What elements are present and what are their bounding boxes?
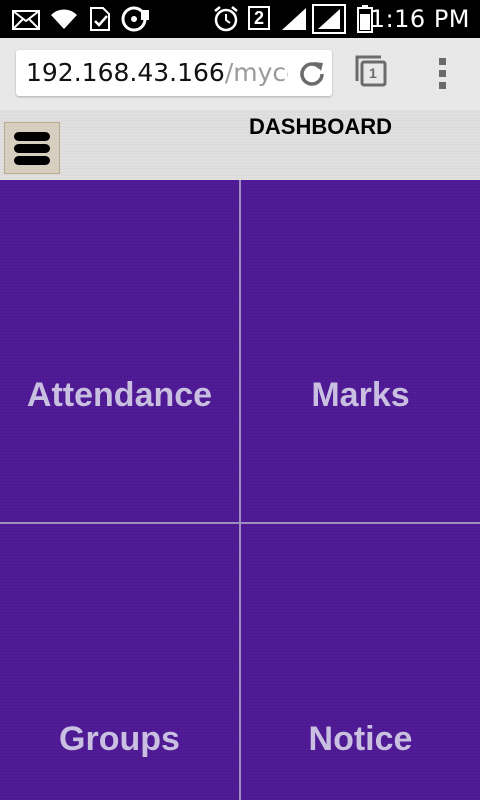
overflow-menu-icon[interactable] (436, 56, 450, 90)
browser-toolbar: 192.168.43.166/mycc 1 (0, 38, 480, 111)
menu-button[interactable] (4, 122, 60, 174)
url-host: 192.168.43.166 (26, 58, 225, 87)
address-bar[interactable]: 192.168.43.166/mycc (16, 50, 332, 96)
tile-notice[interactable]: Notice (241, 524, 480, 800)
tile-attendance-label: Attendance (26, 376, 213, 414)
url-text[interactable]: 192.168.43.166/mycc (26, 58, 288, 87)
hamburger-icon-bar (14, 144, 50, 153)
tabs-button[interactable]: 1 (354, 54, 388, 88)
reload-icon[interactable] (298, 59, 326, 87)
tile-divider-horizontal (0, 522, 480, 524)
email-icon (12, 10, 40, 30)
tile-attendance[interactable]: Attendance (0, 180, 239, 522)
tile-divider-vertical (239, 180, 241, 800)
page-title: DASHBOARD (249, 114, 392, 139)
notification-count: 2 (253, 8, 264, 28)
file-check-icon (90, 7, 110, 31)
tile-marks[interactable]: Marks (241, 180, 480, 522)
tile-notice-label: Notice (308, 720, 413, 758)
disc-icon (121, 6, 149, 32)
hamburger-icon (14, 132, 50, 141)
signal-secondary-icon (312, 4, 346, 34)
tile-groups[interactable]: Groups (0, 524, 239, 800)
signal-icon (282, 8, 306, 30)
status-time: 1:16 PM (369, 5, 470, 33)
url-path: /mycc (224, 58, 288, 87)
hamburger-icon-bar (14, 156, 50, 165)
tile-groups-label: Groups (59, 720, 180, 758)
status-bar: 2 1:16 PM (0, 0, 480, 38)
app-header: DASHBOARD (0, 110, 480, 180)
wifi-icon (51, 9, 77, 29)
tab-count: 1 (369, 65, 377, 81)
notification-count-badge: 2 (248, 6, 270, 30)
alarm-icon (214, 6, 238, 32)
tile-marks-label: Marks (311, 376, 410, 414)
